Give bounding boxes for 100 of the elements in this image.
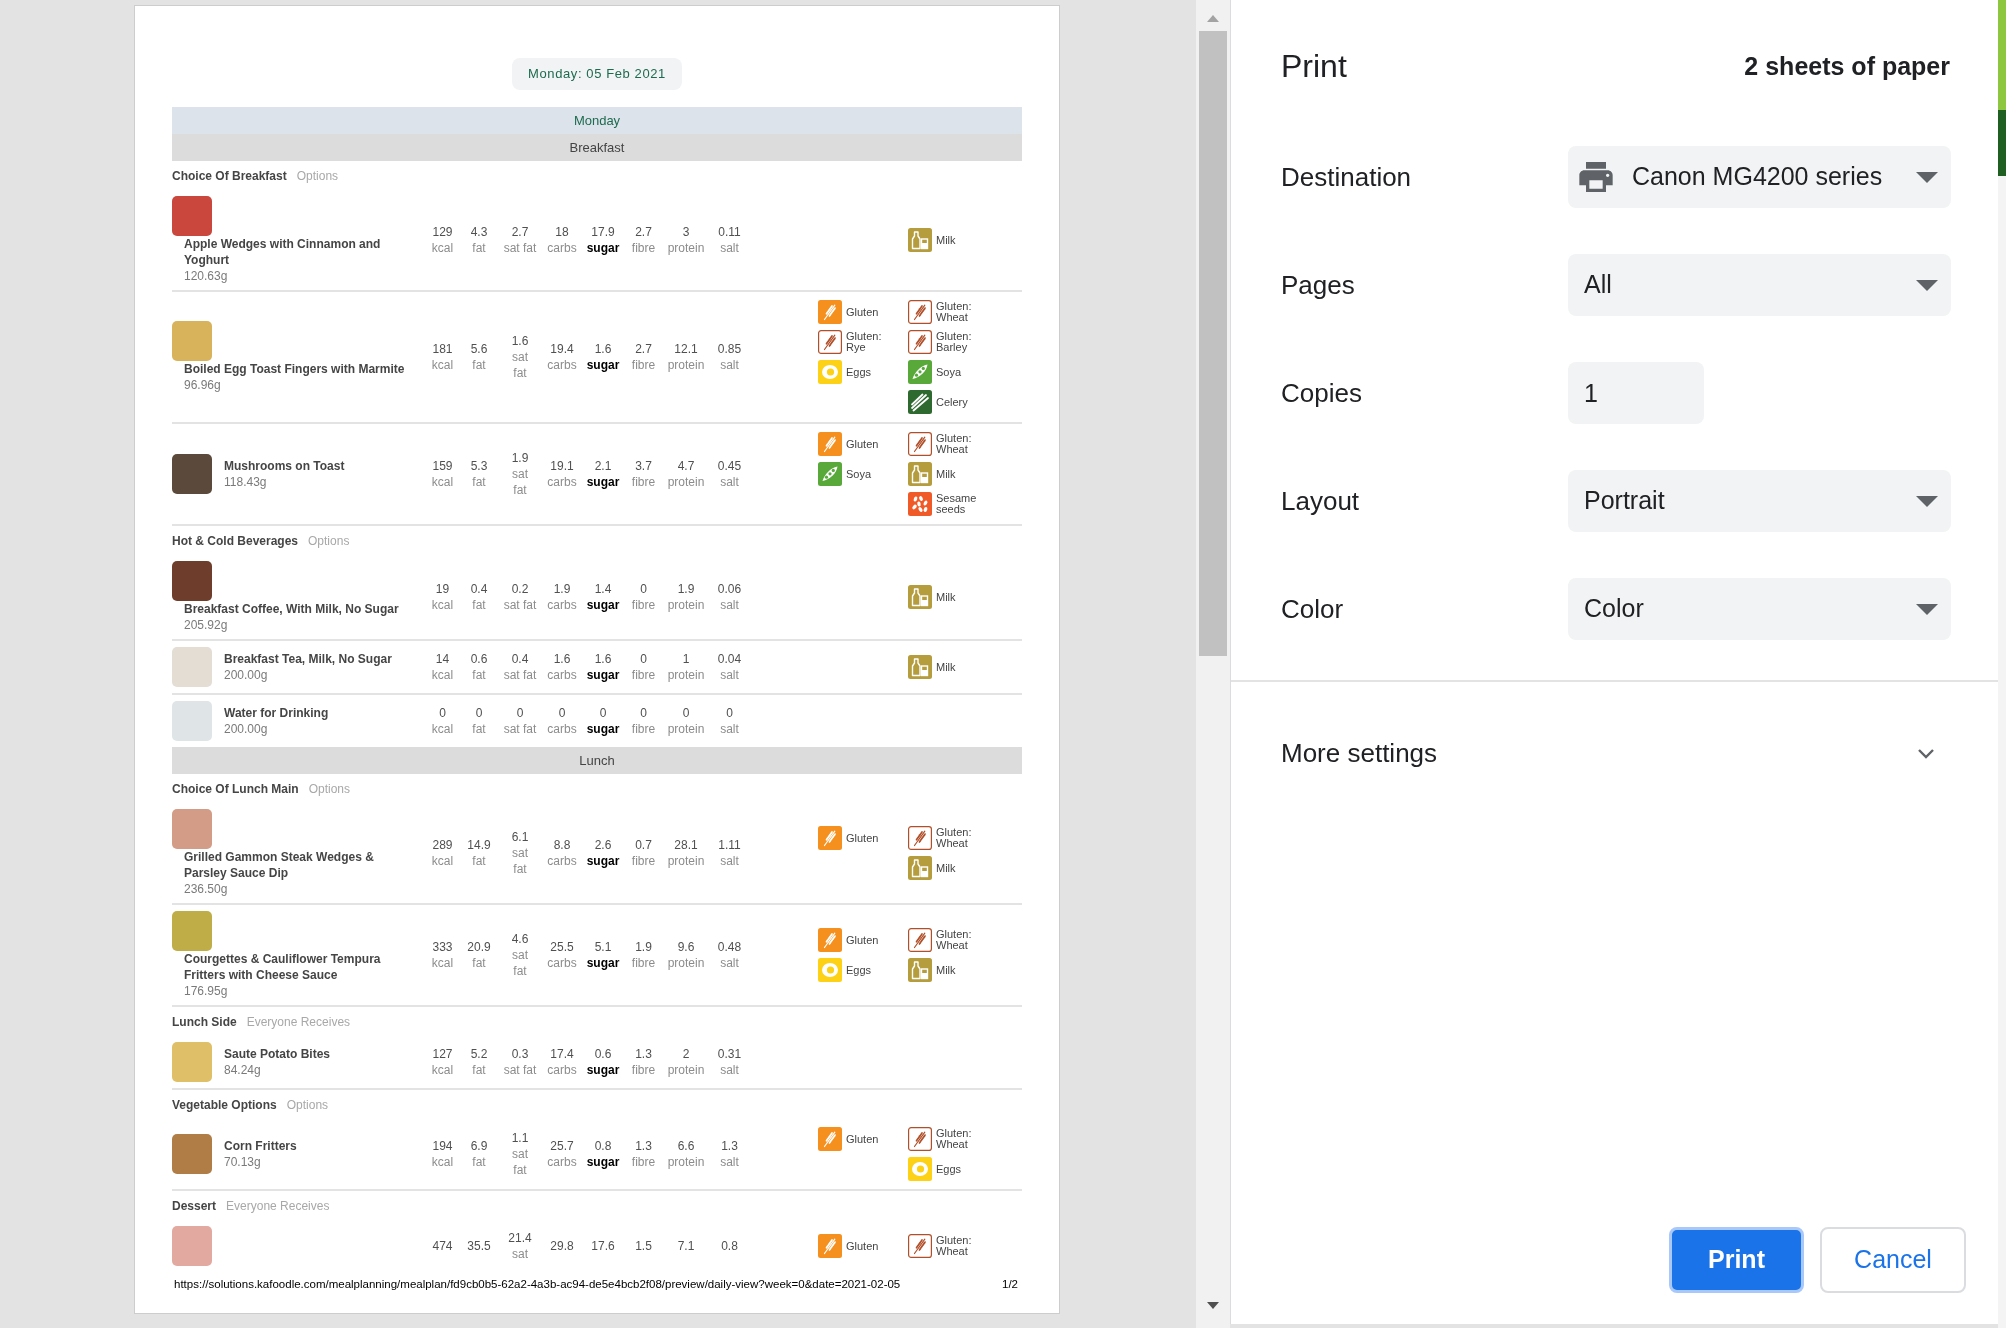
food-name: Mushrooms on Toast — [224, 458, 345, 474]
nutrient-label: salt — [720, 357, 739, 373]
nutrient-value: 2 — [682, 1046, 690, 1062]
scrollbar-thumb[interactable] — [1199, 31, 1227, 656]
nutrient-value: 0 — [640, 705, 647, 721]
photo-placeholder — [172, 911, 212, 951]
nutrient-value: 2.1 — [594, 458, 612, 474]
milk-bottle-icon — [908, 856, 932, 880]
photo-placeholder — [172, 647, 212, 687]
nutrient-value: 17.4 — [550, 1046, 574, 1062]
cancel-button[interactable]: Cancel — [1820, 1227, 1966, 1293]
allergen-label: Gluten: Wheat — [936, 301, 972, 323]
caret-icon — [1916, 495, 1938, 507]
nutrient-label: carbs — [547, 955, 577, 971]
food-name: Apple Wedges with Cinnamon and Yoghurt — [184, 236, 382, 268]
nutrient-label: sugar — [586, 1154, 620, 1170]
wheat-icon — [908, 300, 932, 324]
scroll-down-icon[interactable] — [1207, 1302, 1219, 1309]
nutrient-label: carbs — [547, 853, 577, 869]
nutrient-value: 7.1 — [677, 1238, 695, 1254]
photo-placeholder — [172, 809, 212, 849]
nutrient-label: fat — [472, 853, 486, 869]
nutrient-label: kcal — [431, 597, 454, 613]
nutrient-value: 0.31 — [717, 1046, 742, 1062]
nutrient-value: 8.8 — [553, 837, 571, 853]
nutrient-label: sat fat — [503, 240, 537, 256]
print-button[interactable]: Print — [1669, 1227, 1804, 1293]
nutrient-value: 29.8 — [550, 1238, 574, 1254]
nutrient-value: 12.1 — [674, 341, 698, 357]
nutrient-value: 1.3 — [721, 1138, 738, 1154]
nutrient-value: 2.7 — [511, 224, 529, 240]
nutrient-label: sugar — [586, 853, 620, 869]
nutrient-label: salt — [720, 721, 739, 737]
nutrient-value: 0 — [640, 581, 647, 597]
food-name: Breakfast Tea, Milk, No Sugar — [224, 651, 392, 667]
food-weight: 84.24g — [224, 1062, 262, 1078]
nutrient-label: protein — [667, 721, 705, 737]
allergen-label: Milk — [936, 964, 956, 976]
section-note: Options — [296, 167, 339, 185]
page-number: 1/2 — [1002, 1277, 1018, 1291]
allergen-label: Milk — [936, 591, 956, 603]
section-title: Vegetable Options — [172, 1096, 277, 1114]
nutrient-label: sat fat — [512, 466, 528, 498]
nutrient-value: 4.6 — [511, 931, 529, 947]
allergen-label: Milk — [936, 862, 956, 874]
nutrient-value: 0.04 — [717, 651, 742, 667]
nutrient-label: fibre — [631, 853, 656, 869]
nutrient-value: 1.4 — [594, 581, 612, 597]
wheat-icon — [908, 330, 932, 354]
nutrient-value: 0.2 — [511, 581, 529, 597]
nutrient-label: carbs — [547, 357, 577, 373]
select-field[interactable]: Canon MG4200 series — [1568, 146, 1951, 208]
nutrient-label: sugar — [586, 474, 620, 490]
nutrient-label: sugar — [586, 1062, 620, 1078]
nutrient-value: 1.3 — [635, 1138, 652, 1154]
setting-label: Copies — [1281, 376, 1363, 410]
nutrient-label: protein — [667, 1154, 705, 1170]
nutrient-value: 5.1 — [594, 939, 612, 955]
allergen-label: Soya — [846, 468, 872, 480]
setting-label: Layout — [1281, 484, 1361, 518]
section-note: Options — [308, 532, 350, 550]
caret-icon — [1916, 171, 1938, 183]
printer-icon — [1579, 162, 1613, 192]
wheat-icon — [818, 432, 842, 456]
allergen-label: Eggs — [936, 1163, 962, 1175]
nutrient-label: sugar — [586, 667, 620, 683]
allergen-label: Gluten — [846, 306, 879, 318]
nutrient-value: 18 — [555, 224, 569, 240]
photo-placeholder — [172, 1226, 212, 1266]
nutrient-value: 4.3 — [470, 224, 488, 240]
nutrient-label: salt — [720, 240, 739, 256]
nutrient-label: fat — [472, 667, 486, 683]
nutrient-value: 9.6 — [677, 939, 695, 955]
number-field[interactable]: 1 — [1568, 362, 1704, 424]
seeds-icon — [908, 492, 932, 516]
nutrient-value: 5.6 — [470, 341, 488, 357]
nutrient-value: 0.48 — [717, 939, 742, 955]
nutrient-label: carbs — [547, 474, 577, 490]
setting-label: Color — [1281, 592, 1345, 626]
nutrient-label: sugar — [586, 721, 620, 737]
nutrient-value: 1.6 — [553, 651, 571, 667]
nutrient-value: 21.4 — [508, 1230, 532, 1246]
more-settings-toggle[interactable]: More settings — [1281, 728, 1950, 778]
nutrient-value: 1.6 — [511, 333, 529, 349]
select-field[interactable]: Portrait — [1568, 470, 1951, 532]
section-note: Everyone Receives — [246, 1013, 351, 1031]
allergen-label: Gluten: Rye — [846, 331, 882, 353]
nutrient-value: 0 — [599, 705, 607, 721]
select-field[interactable]: Color — [1568, 578, 1951, 640]
photo-placeholder — [172, 701, 212, 741]
egg-icon — [818, 958, 842, 982]
nutrient-value: 0.45 — [717, 458, 742, 474]
scroll-up-icon[interactable] — [1207, 15, 1219, 22]
nutrient-value: 1.9 — [553, 581, 571, 597]
food-name: Grilled Gammon Steak Wedges & Parsley Sauce Dip — [184, 849, 375, 881]
nutrient-label: carbs — [547, 240, 577, 256]
select-field[interactable]: All — [1568, 254, 1951, 316]
nutrient-value: 6.9 — [470, 1138, 488, 1154]
nutrient-value: 19 — [435, 581, 450, 597]
nutrient-value: 0.8 — [594, 1138, 612, 1154]
